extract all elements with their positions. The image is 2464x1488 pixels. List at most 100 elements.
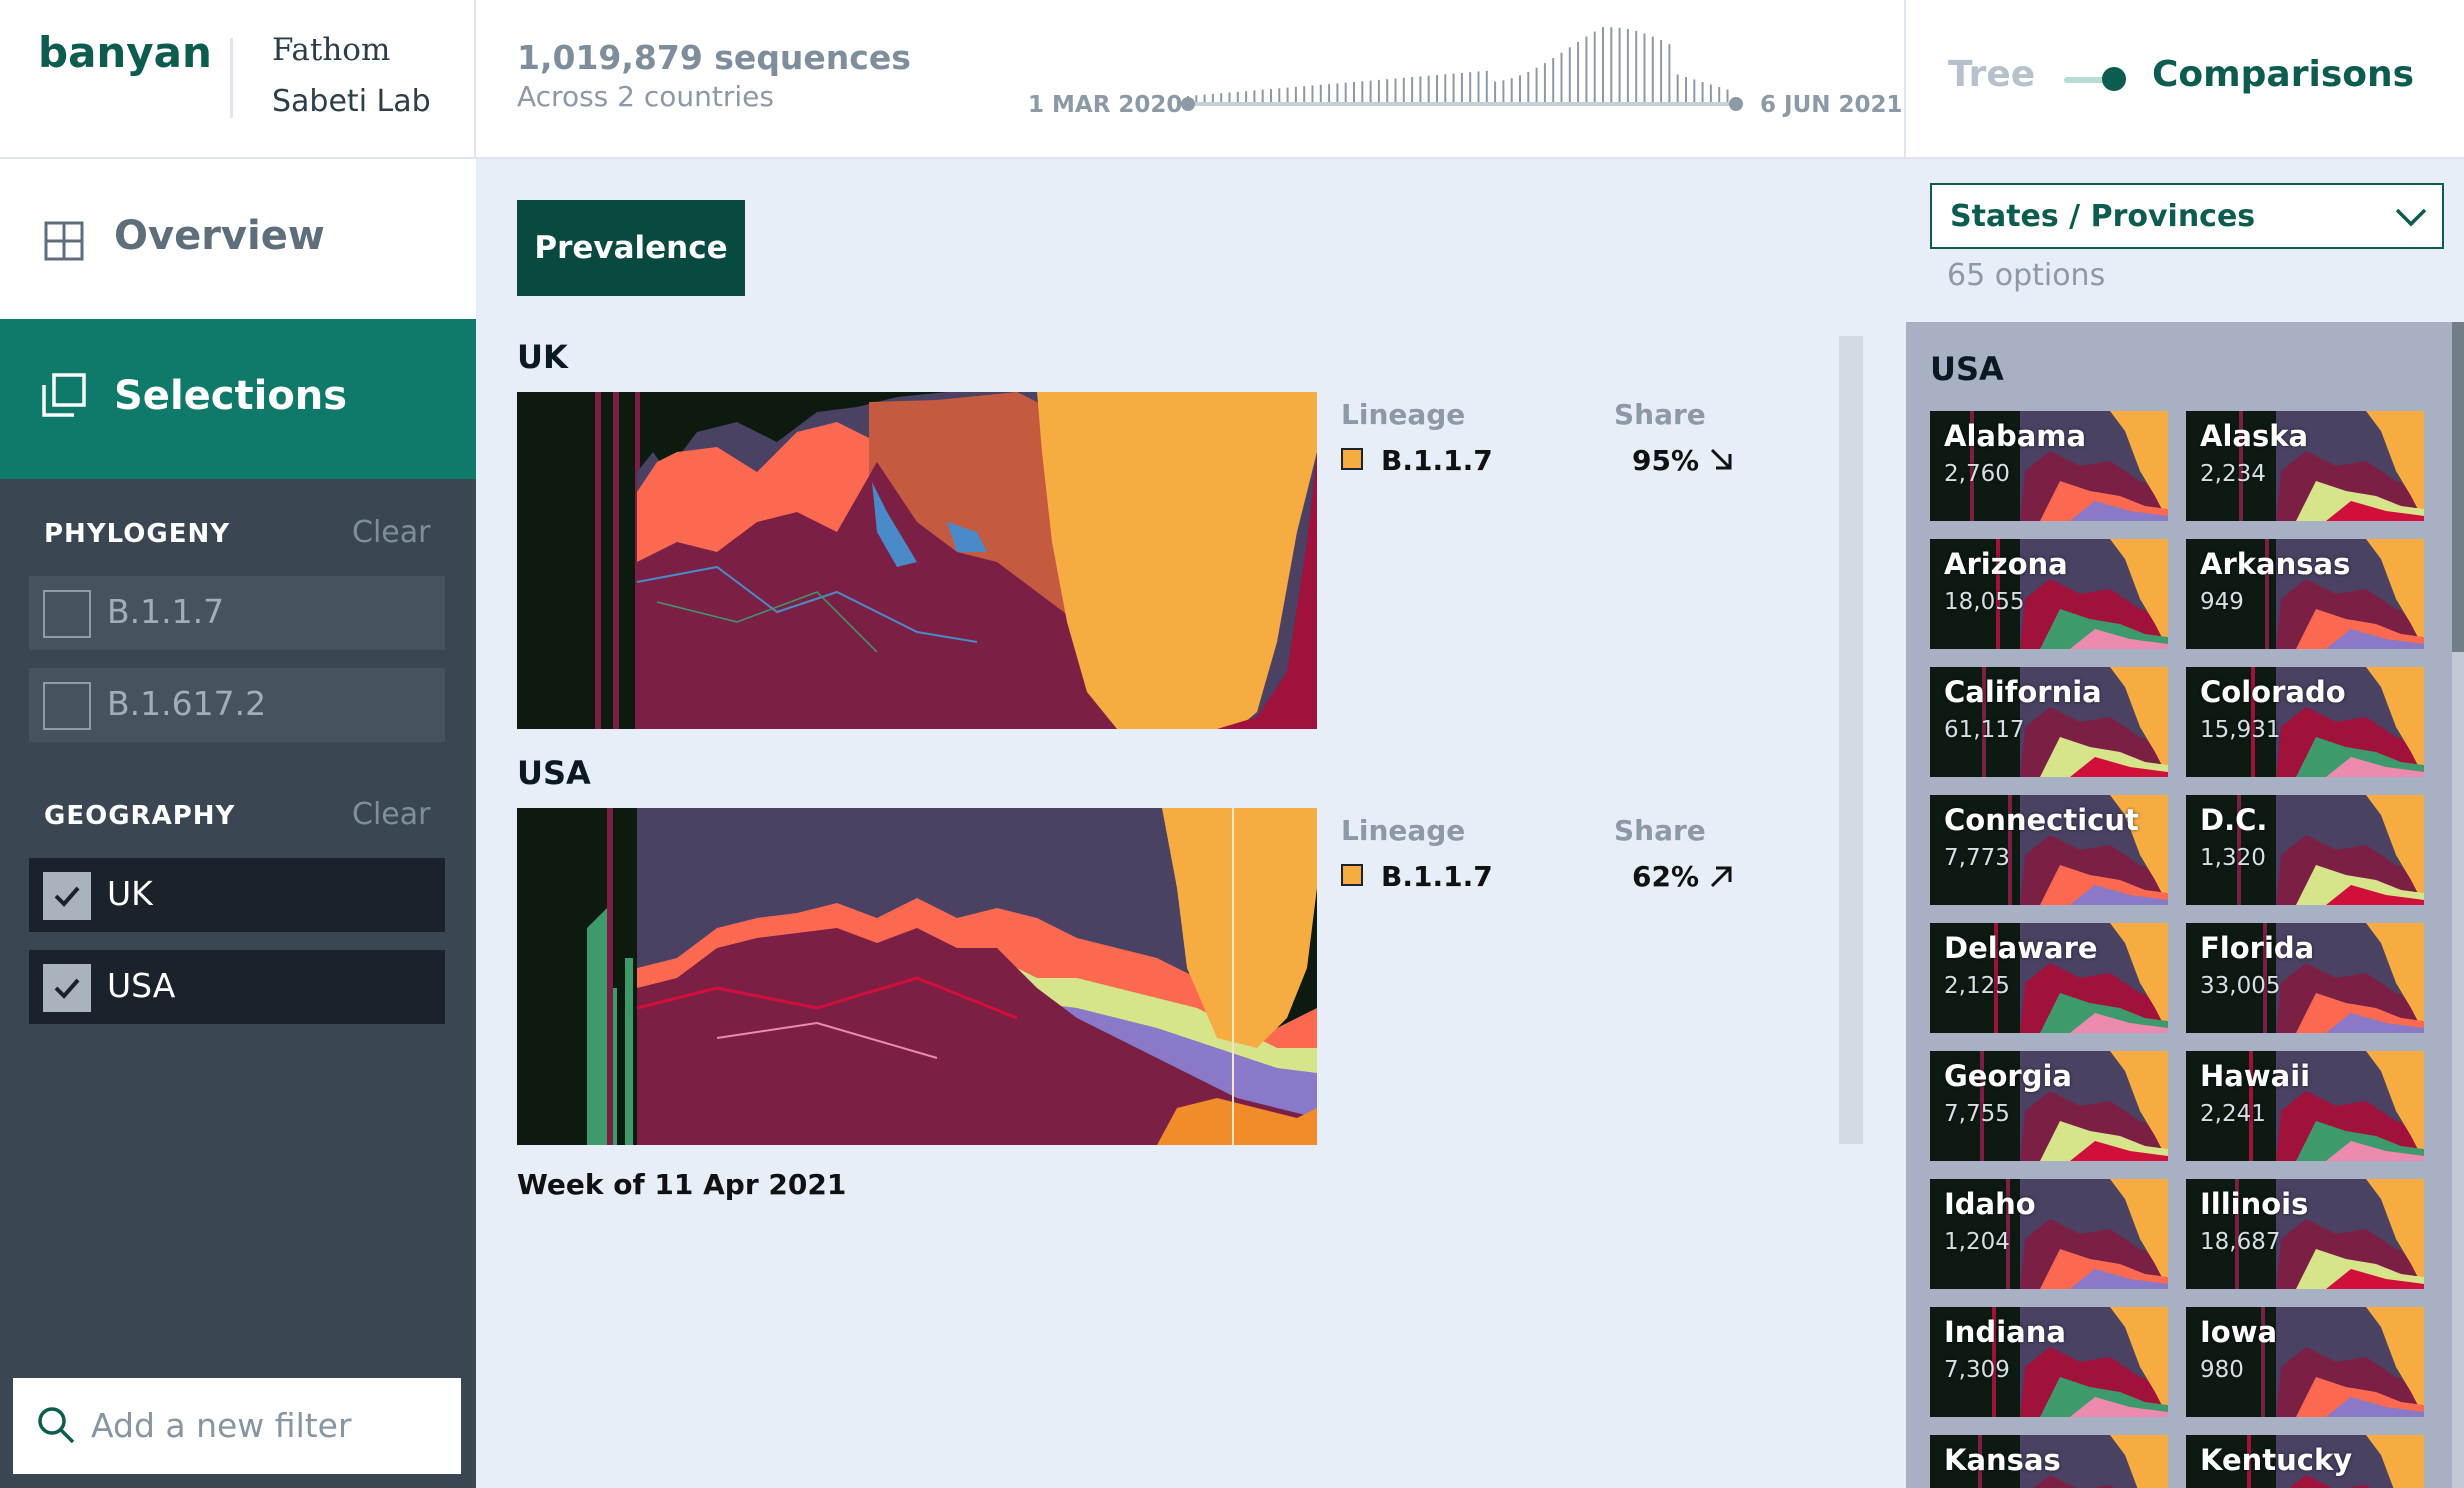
arrow-down-right-icon: [1710, 448, 1732, 470]
brand-area: banyan Fathom Sabeti Lab: [0, 0, 476, 159]
filter-uk[interactable]: UK: [29, 858, 445, 932]
nav-selections-label: Selections: [114, 373, 348, 419]
tab-prevalence[interactable]: Prevalence: [517, 200, 745, 296]
state-tile[interactable]: Kentucky: [2186, 1435, 2424, 1488]
states-grid-panel: USA Alabama 2,760 Alaska 2,234 Arizona 18,055…: [1906, 322, 2452, 1488]
state-sequence-count: 2,241: [2200, 1101, 2266, 1127]
check-icon: [54, 978, 80, 999]
fathom-logo: Fathom: [272, 32, 391, 68]
state-tile[interactable]: California 61,117: [1930, 667, 2168, 777]
state-sequence-count: 7,309: [1944, 1357, 2010, 1383]
filter-b16172[interactable]: B.1.617.2: [29, 668, 445, 742]
filter-usa[interactable]: USA: [29, 950, 445, 1024]
brand-divider: [230, 38, 233, 118]
geography-clear-button[interactable]: Clear: [352, 797, 430, 832]
uk-prevalence-chart[interactable]: [517, 392, 1317, 729]
states-scrollbar[interactable]: [2452, 322, 2464, 1488]
timeline-end-date: 6 JUN 2021: [1760, 92, 1903, 118]
state-name: D.C.: [2200, 803, 2268, 837]
state-name: Hawaii: [2200, 1059, 2311, 1093]
checkbox-checked[interactable]: [43, 872, 91, 920]
state-tile[interactable]: Indiana 7,309: [1930, 1307, 2168, 1417]
state-tile[interactable]: Illinois 18,687: [2186, 1179, 2424, 1289]
state-tile[interactable]: Florida 33,005: [2186, 923, 2424, 1033]
state-tile[interactable]: Idaho 1,204: [1930, 1179, 2168, 1289]
comparisons-view-label[interactable]: Comparisons: [2152, 54, 2414, 95]
checkbox[interactable]: [43, 590, 91, 638]
state-tile[interactable]: Connecticut 7,773: [1930, 795, 2168, 905]
nav-overview[interactable]: Overview: [0, 159, 476, 319]
nav-overview-label: Overview: [114, 213, 325, 259]
tree-view-label[interactable]: Tree: [1948, 54, 2035, 95]
timeline-slider[interactable]: [1180, 20, 1746, 120]
uk-streamgraph: [517, 392, 1317, 729]
state-tile[interactable]: Iowa 980: [2186, 1307, 2424, 1417]
week-label: Week of 11 Apr 2021: [517, 1168, 847, 1201]
grid-country-title: USA: [1930, 350, 2004, 388]
uk-legend-share-header: Share: [1614, 398, 1706, 431]
state-tile[interactable]: Delaware 2,125: [1930, 923, 2168, 1033]
state-name: Arizona: [1944, 547, 2068, 581]
sequence-count: 1,019,879 sequences: [517, 38, 911, 77]
phylogeny-clear-button[interactable]: Clear: [352, 515, 430, 550]
state-sequence-count: 33,005: [2200, 973, 2281, 999]
checkbox-checked[interactable]: [43, 964, 91, 1012]
region-level-dropdown[interactable]: States / Provinces: [1930, 183, 2444, 249]
checkbox[interactable]: [43, 682, 91, 730]
dropdown-selected-value: States / Provinces: [1950, 199, 2256, 234]
state-sequence-count: 980: [2200, 1357, 2244, 1383]
state-name: Alabama: [1944, 419, 2087, 453]
state-sequence-count: 1,204: [1944, 1229, 2010, 1255]
state-tile[interactable]: Alaska 2,234: [2186, 411, 2424, 521]
view-toggle-knob[interactable]: [2102, 67, 2126, 91]
state-sequence-count: 15,931: [2200, 717, 2281, 743]
timeline-end-handle[interactable]: [1729, 97, 1743, 111]
state-sequence-count: 949: [2200, 589, 2244, 615]
sabeti-lab-logo: Sabeti Lab: [272, 84, 431, 119]
state-tile[interactable]: Georgia 7,755: [1930, 1051, 2168, 1161]
main-scrollbar[interactable]: [1839, 336, 1863, 1144]
state-name: Florida: [2200, 931, 2315, 965]
state-tile[interactable]: Arkansas 949: [2186, 539, 2424, 649]
state-name: Arkansas: [2200, 547, 2351, 581]
view-toggle-area: Tree Comparisons: [1904, 0, 2464, 159]
sidebar: Overview Selections PHYLOGENY Clear B.1.…: [0, 159, 476, 1488]
banyan-logo[interactable]: banyan: [38, 28, 212, 77]
geography-header: GEOGRAPHY: [44, 801, 236, 831]
state-tile[interactable]: Arizona 18,055: [1930, 539, 2168, 649]
state-tile[interactable]: D.C. 1,320: [2186, 795, 2424, 905]
country-title-uk: UK: [517, 338, 568, 376]
usa-lineage-share: 62%: [1632, 860, 1700, 893]
state-tile[interactable]: Kansas: [1930, 1435, 2168, 1488]
add-filter-input[interactable]: [91, 1400, 441, 1450]
uk-lineage-name[interactable]: B.1.1.7: [1381, 444, 1493, 477]
filter-b117[interactable]: B.1.1.7: [29, 576, 445, 650]
usa-lineage-name[interactable]: B.1.1.7: [1381, 860, 1493, 893]
state-sequence-count: 1,320: [2200, 845, 2266, 871]
scrollbar-thumb[interactable]: [2452, 322, 2464, 652]
filter-label: USA: [107, 966, 176, 1005]
filter-label: B.1.1.7: [107, 592, 225, 631]
filter-label: UK: [107, 874, 153, 913]
timeline-start-date: 1 MAR 2020: [1028, 92, 1183, 118]
state-name: Illinois: [2200, 1187, 2309, 1221]
phylogeny-header: PHYLOGENY: [44, 519, 231, 549]
app-header: banyan Fathom Sabeti Lab 1,019,879 seque…: [0, 0, 2464, 159]
state-sequence-count: 2,125: [1944, 973, 2010, 999]
stack-icon: [42, 373, 86, 417]
state-name: Indiana: [1944, 1315, 2066, 1349]
state-name: Kansas: [1944, 1443, 2061, 1477]
arrow-up-right-icon: [1710, 866, 1732, 888]
options-count: 65 options: [1947, 258, 2106, 293]
add-filter-box[interactable]: [13, 1378, 461, 1474]
state-tile[interactable]: Alabama 2,760: [1930, 411, 2168, 521]
usa-prevalence-chart[interactable]: [517, 808, 1317, 1145]
filter-label: B.1.617.2: [107, 684, 267, 723]
timeline-start-handle[interactable]: [1181, 97, 1195, 111]
state-name: Kentucky: [2200, 1443, 2353, 1477]
state-tile[interactable]: Colorado 15,931: [2186, 667, 2424, 777]
state-tile[interactable]: Hawaii 2,241: [2186, 1051, 2424, 1161]
state-sequence-count: 18,055: [1944, 589, 2025, 615]
state-sequence-count: 18,687: [2200, 1229, 2281, 1255]
countries-count: Across 2 countries: [517, 80, 774, 113]
